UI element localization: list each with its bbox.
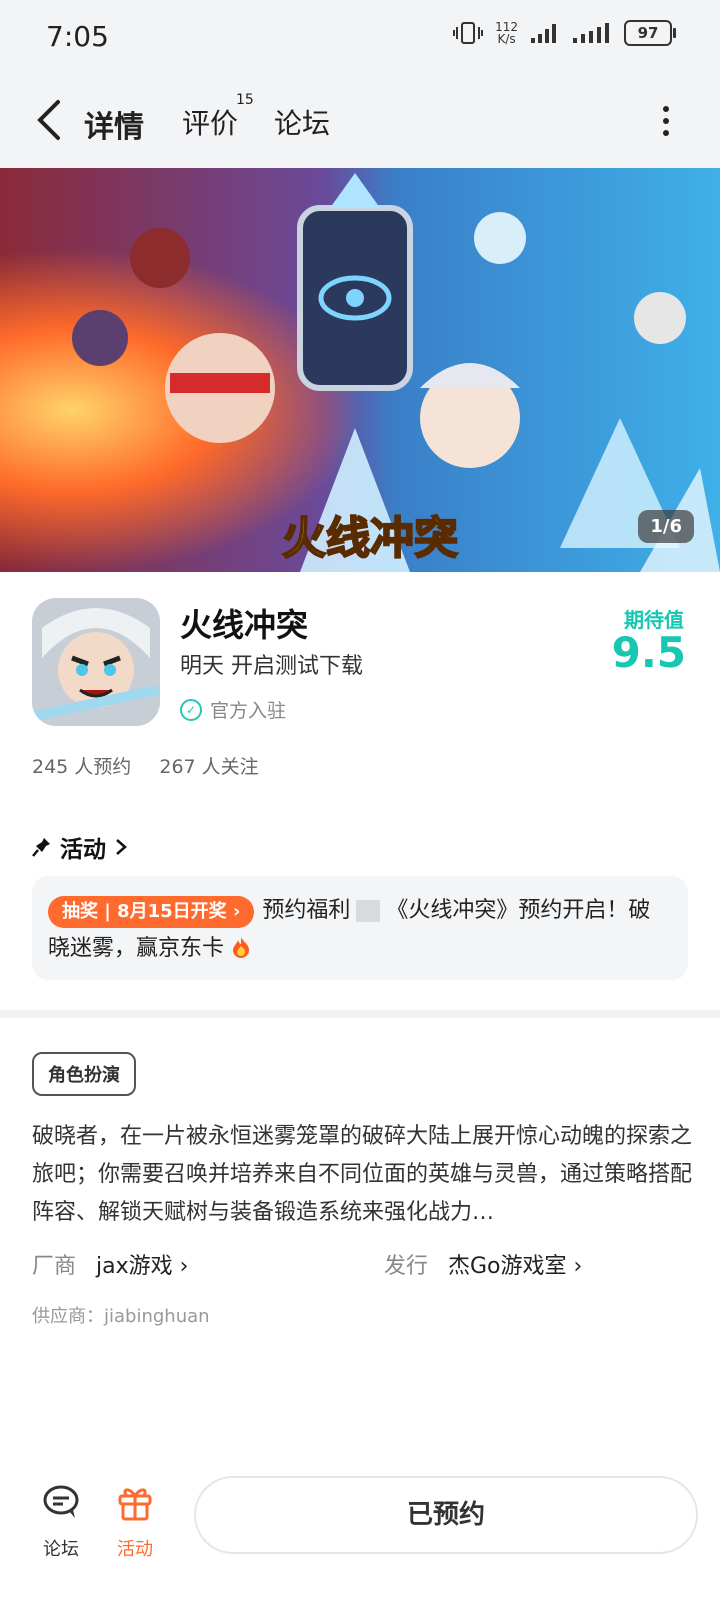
activity-title: 活动 xyxy=(60,837,106,863)
chat-bubble-icon xyxy=(43,1485,79,1518)
app-icon xyxy=(32,598,160,726)
tab-forum[interactable]: 论坛 xyxy=(274,102,330,142)
publisher-link[interactable]: 杰Go游戏室 › xyxy=(448,1248,582,1280)
check-circle-icon: ✓ xyxy=(180,698,202,721)
network-speed: 112 K/s xyxy=(495,20,518,46)
official-badge: ✓ 官方入驻 xyxy=(180,696,286,723)
developer-link[interactable]: jax游戏 › xyxy=(96,1248,188,1280)
tab-details[interactable]: 详情 xyxy=(84,102,144,152)
official-label: 官方入驻 xyxy=(210,700,287,722)
carousel-page-indicator: 1/6 xyxy=(638,510,694,543)
reservation-count: 245 人预约 xyxy=(32,756,132,778)
genre-tag[interactable]: 角色扮演 xyxy=(32,1052,136,1096)
activity-line-a: 预约福利 xyxy=(262,898,351,923)
activity-text: 抽奖 | 8月15日开奖 › 预约福利 《火线冲突》预约开启！破晓迷雾，赢京东卡 xyxy=(48,892,672,968)
forum-label: 论坛 xyxy=(43,1539,79,1560)
game-description[interactable]: 破晓者，在一片被永恒迷雾笼罩的破碎大陆上展开惊心动魄的探索之旅吧；你需要召唤并培… xyxy=(32,1118,692,1232)
more-dot-icon xyxy=(663,106,669,112)
fire-icon xyxy=(233,937,250,958)
publisher-label: 发行 xyxy=(384,1254,429,1279)
tab-reviews[interactable]: 评价 xyxy=(182,102,238,142)
app-icon-art xyxy=(32,598,160,726)
review-count-badge: 15 xyxy=(236,92,254,108)
more-menu-button[interactable] xyxy=(662,106,670,136)
reserved-button[interactable]: 已预约 xyxy=(194,1476,698,1554)
forum-button[interactable]: 论坛 xyxy=(26,1482,96,1561)
battery-indicator: 97 xyxy=(624,20,676,46)
section-divider xyxy=(0,1010,720,1018)
signal-2-icon xyxy=(573,23,609,43)
supplier-info: 供应商：jiabinghuan xyxy=(32,1306,210,1327)
lottery-pill: 抽奖 | 8月15日开奖 › xyxy=(48,896,255,928)
vibrate-icon xyxy=(453,22,484,44)
pin-icon xyxy=(32,838,50,857)
signal-icon xyxy=(531,24,556,43)
app-subtitle: 明天 开启测试下载 xyxy=(180,654,363,679)
thumbnail-image xyxy=(356,900,381,922)
developer-label: 厂商 xyxy=(32,1254,77,1279)
status-time: 7:05 xyxy=(46,20,109,53)
top-nav: 详情 评价 15 论坛 xyxy=(0,76,720,168)
chevron-right-icon xyxy=(116,839,127,855)
status-bar: 7:05 112 K/s 97 xyxy=(0,0,720,76)
activity-nav-label: 活动 xyxy=(117,1539,153,1560)
chevron-left-icon xyxy=(37,100,60,140)
expectation-score: 9.5 xyxy=(611,628,686,677)
app-title: 火线冲突 xyxy=(180,606,309,644)
back-button[interactable] xyxy=(34,98,74,142)
activity-card[interactable]: 抽奖 | 8月15日开奖 › 预约福利 《火线冲突》预约开启！破晓迷雾，赢京东卡 xyxy=(32,876,688,980)
bottom-bar: 论坛 活动 已预约 xyxy=(0,1460,720,1602)
banner-carousel[interactable]: 火线冲突 1/6 xyxy=(0,168,720,572)
game-logo: 火线冲突 xyxy=(281,512,459,565)
gift-icon xyxy=(118,1488,152,1521)
follow-count: 267 人关注 xyxy=(159,756,259,778)
activity-nav-button[interactable]: 活动 xyxy=(100,1482,170,1561)
stats-row: 245 人预约 267 人关注 xyxy=(32,752,259,779)
status-icons: 112 K/s 97 xyxy=(453,20,676,46)
activity-header[interactable]: 活动 xyxy=(32,830,128,864)
